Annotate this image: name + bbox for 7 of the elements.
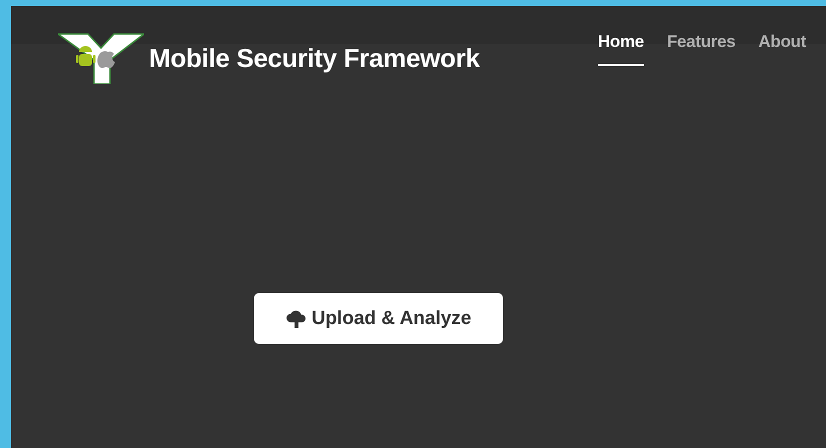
nav-link[interactable]: About xyxy=(758,32,806,66)
nav-link[interactable]: Features xyxy=(666,32,736,66)
cloud-upload-icon xyxy=(286,309,307,328)
site-title: Mobile Security Framework xyxy=(149,42,480,74)
upload-button[interactable]: Upload & Analyze xyxy=(254,293,503,344)
logo-icon xyxy=(58,32,144,84)
nav-link[interactable]: Home xyxy=(598,32,644,66)
